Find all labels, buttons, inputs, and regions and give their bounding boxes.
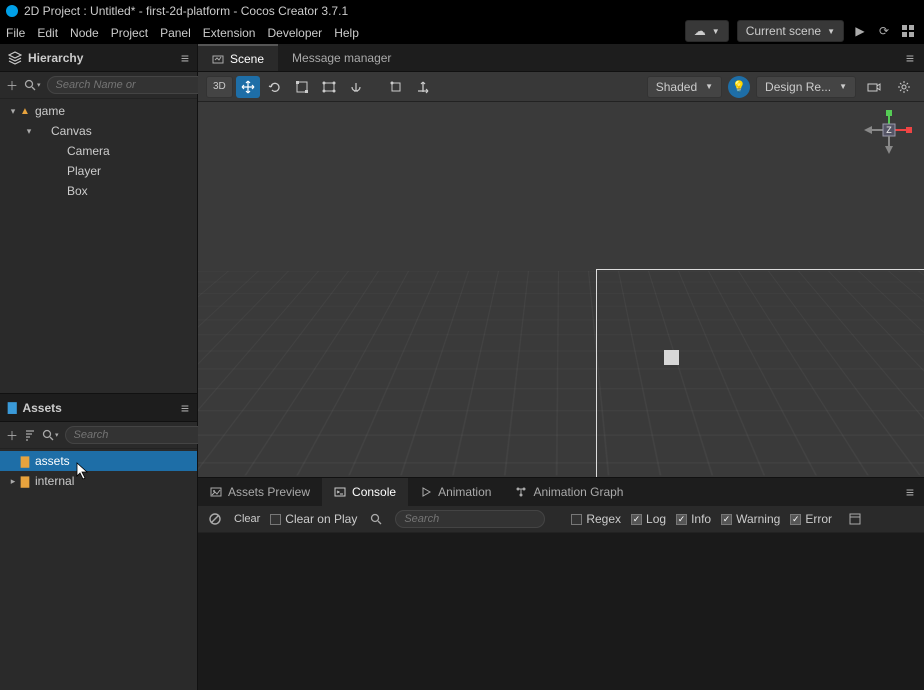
- scene-panel-menu-icon[interactable]: ≡: [896, 50, 924, 66]
- shading-label: Shaded: [656, 80, 697, 94]
- add-node-button[interactable]: ＋: [6, 76, 18, 94]
- hierarchy-item[interactable]: Player: [0, 161, 197, 181]
- assets-tree: ▇assets▸▇internal: [0, 449, 197, 690]
- regex-checkbox[interactable]: Regex: [571, 512, 621, 526]
- hierarchy-search-input[interactable]: [47, 76, 208, 94]
- title-bar: 2D Project : Untitled* - first-2d-platfo…: [0, 0, 924, 22]
- rotate-tool-button[interactable]: [263, 76, 287, 98]
- scene-viewport[interactable]: z: [198, 102, 924, 477]
- menu-developer[interactable]: Developer: [267, 26, 322, 40]
- grid-toggle-button[interactable]: [900, 23, 916, 39]
- menu-project[interactable]: Project: [111, 26, 148, 40]
- bottom-panel-menu-icon[interactable]: ≡: [896, 484, 924, 500]
- assets-item[interactable]: ▸▇internal: [0, 471, 197, 491]
- app-logo-icon: [6, 5, 18, 17]
- scene-tabs: SceneMessage manager ≡: [198, 44, 924, 72]
- hierarchy-header: Hierarchy ≡: [0, 44, 197, 72]
- search-icon[interactable]: ▾: [42, 426, 59, 444]
- light-toggle-button[interactable]: 💡: [728, 76, 750, 98]
- topbar-right: ☁ ▼ Current scene ▼ ▶ ⟳: [685, 20, 916, 42]
- assets-header: ▇ Assets ≡: [0, 394, 197, 422]
- assets-toolbar: ＋ ▾ ≡ ⟳: [0, 422, 197, 449]
- window-title: 2D Project : Untitled* - first-2d-platfo…: [24, 4, 348, 18]
- menu-edit[interactable]: Edit: [37, 26, 58, 40]
- box-node[interactable]: [664, 350, 679, 365]
- assets-title: Assets: [22, 401, 61, 415]
- console-toolbar: Clear Clear on Play Regex ✓Log ✓Info ✓Wa…: [198, 506, 924, 533]
- canvas-bounds: [596, 269, 924, 477]
- browser-icon: ☁: [694, 24, 706, 38]
- tab-animation[interactable]: Animation: [408, 478, 503, 506]
- tab-console[interactable]: Console: [322, 478, 408, 506]
- hierarchy-item[interactable]: Box: [0, 181, 197, 201]
- preview-platform-dropdown[interactable]: ☁ ▼: [685, 20, 729, 42]
- play-button[interactable]: ▶: [852, 23, 868, 39]
- svg-text:z: z: [886, 122, 892, 136]
- hierarchy-menu-icon[interactable]: ≡: [181, 50, 189, 66]
- scale-tool-button[interactable]: [290, 76, 314, 98]
- 3d-toggle-button[interactable]: 3D: [206, 76, 233, 98]
- clear-button[interactable]: Clear: [234, 513, 260, 525]
- console-output: [198, 533, 924, 690]
- menu-help[interactable]: Help: [334, 26, 359, 40]
- console-search-input[interactable]: [395, 510, 545, 528]
- shading-dropdown[interactable]: Shaded ▼: [647, 76, 722, 98]
- res-label: Design Re...: [765, 80, 831, 94]
- chevron-down-icon: ▼: [827, 27, 835, 36]
- bottom-tabs: Assets PreviewConsoleAnimationAnimation …: [198, 478, 924, 506]
- warning-checkbox[interactable]: ✓Warning: [721, 512, 780, 526]
- anchor-tool-button[interactable]: [344, 76, 368, 98]
- local-world-button[interactable]: [411, 76, 435, 98]
- search-icon: [367, 510, 385, 528]
- refresh-button[interactable]: ⟳: [876, 23, 892, 39]
- clear-on-play-checkbox[interactable]: Clear on Play: [270, 512, 357, 526]
- menu-node[interactable]: Node: [70, 26, 99, 40]
- console-options-icon[interactable]: [846, 510, 864, 528]
- menu-panel[interactable]: Panel: [160, 26, 191, 40]
- log-checkbox[interactable]: ✓Log: [631, 512, 666, 526]
- hierarchy-item[interactable]: ▾Canvas: [0, 121, 197, 141]
- chevron-down-icon: ▼: [712, 27, 720, 36]
- clear-console-icon[interactable]: [206, 510, 224, 528]
- sort-button[interactable]: [24, 426, 36, 444]
- add-asset-button[interactable]: ＋: [6, 426, 18, 444]
- assets-menu-icon[interactable]: ≡: [181, 400, 189, 416]
- tab-scene[interactable]: Scene: [198, 44, 278, 71]
- layers-icon: [8, 51, 22, 65]
- tab-animation-graph[interactable]: Animation Graph: [503, 478, 635, 506]
- scene-dropdown[interactable]: Current scene ▼: [737, 20, 844, 42]
- tab-message-manager[interactable]: Message manager: [278, 44, 405, 71]
- menu-extension[interactable]: Extension: [203, 26, 256, 40]
- scene-dd-label: Current scene: [746, 24, 821, 38]
- hierarchy-toolbar: ＋ ▾ ≡: [0, 72, 197, 99]
- hierarchy-item[interactable]: Camera: [0, 141, 197, 161]
- menu-file[interactable]: File: [6, 26, 25, 40]
- move-tool-button[interactable]: [236, 76, 260, 98]
- assets-item[interactable]: ▇assets: [0, 451, 197, 471]
- camera-tool-button[interactable]: [862, 76, 886, 98]
- hierarchy-title: Hierarchy: [28, 51, 83, 65]
- viewport-toolbar: 3D Sh: [198, 72, 924, 102]
- pivot-button[interactable]: [384, 76, 408, 98]
- hierarchy-item[interactable]: ▾▲game: [0, 101, 197, 121]
- axis-gizmo[interactable]: z: [864, 110, 914, 150]
- menu-bar: File Edit Node Project Panel Extension D…: [0, 22, 924, 44]
- tab-assets-preview[interactable]: Assets Preview: [198, 478, 322, 506]
- info-checkbox[interactable]: ✓Info: [676, 512, 711, 526]
- settings-button[interactable]: [892, 76, 916, 98]
- search-icon[interactable]: ▾: [24, 76, 41, 94]
- chevron-down-icon: ▼: [705, 82, 713, 91]
- folder-icon: ▇: [8, 401, 16, 414]
- chevron-down-icon: ▼: [839, 82, 847, 91]
- hierarchy-tree: ▾▲game▾CanvasCameraPlayerBox: [0, 99, 197, 393]
- rect-tool-button[interactable]: [317, 76, 341, 98]
- error-checkbox[interactable]: ✓Error: [790, 512, 832, 526]
- resolution-dropdown[interactable]: Design Re... ▼: [756, 76, 856, 98]
